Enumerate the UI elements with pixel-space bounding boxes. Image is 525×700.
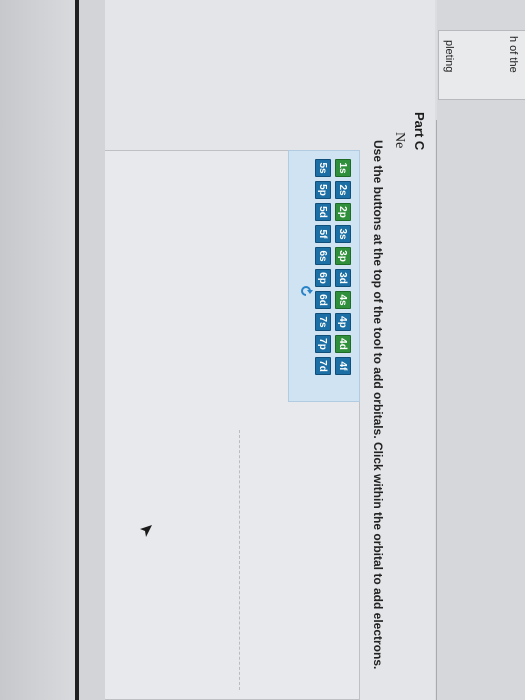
orbital-button-6p[interactable]: 6p <box>315 269 331 287</box>
dashed-guide-line <box>239 430 240 690</box>
orbital-button-5d[interactable]: 5d <box>315 203 331 221</box>
orbital-button-7p[interactable]: 7p <box>315 335 331 353</box>
part-title: Part C <box>412 112 427 151</box>
orbital-button-4f[interactable]: 4f <box>335 357 351 375</box>
orbital-button-3p[interactable]: 3p <box>335 247 351 265</box>
orbital-button-1s[interactable]: 1s <box>335 159 351 177</box>
orbital-toolbar: 1s 2s 2p 3s 3p 3d 4s 4p 4d 4f 5s 5p 5d 5f 6s 6p 6d 7s 7p 7… <box>288 150 360 402</box>
orbital-button-3d[interactable]: 3d <box>335 269 351 287</box>
orbital-row-2: 5s 5p 5d 5f 6s 6p 6d 7s 7p 7d <box>315 159 331 375</box>
orbital-button-4p[interactable]: 4p <box>335 313 351 331</box>
orbital-row-1: 1s 2s 2p 3s 3p 3d 4s 4p 4d 4f <box>335 159 351 375</box>
left-gutter <box>437 0 525 700</box>
orbital-button-4s[interactable]: 4s <box>335 291 351 309</box>
screen: h of the pleting Part C Ne Use the butto… <box>0 0 525 700</box>
content-edge <box>79 0 105 700</box>
bottom-rule <box>75 0 79 700</box>
orbital-button-7d[interactable]: 7d <box>315 357 331 375</box>
element-label: Ne <box>392 132 407 149</box>
side-text-2: pleting <box>443 40 455 73</box>
orbital-button-2p[interactable]: 2p <box>335 203 351 221</box>
divider <box>436 120 437 700</box>
orbital-button-5p[interactable]: 5p <box>315 181 331 199</box>
orbital-button-2s[interactable]: 2s <box>335 181 351 199</box>
mouse-cursor-icon <box>140 525 152 537</box>
orbital-button-6s[interactable]: 6s <box>315 247 331 265</box>
refresh-icon[interactable] <box>299 284 313 298</box>
orbital-button-3s[interactable]: 3s <box>335 225 351 243</box>
orbital-button-7s[interactable]: 7s <box>315 313 331 331</box>
side-text-1: h of the <box>507 36 519 73</box>
orbital-button-5f[interactable]: 5f <box>315 225 331 243</box>
orbital-button-5s[interactable]: 5s <box>315 159 331 177</box>
bottom-band <box>0 0 75 700</box>
orbital-button-4d[interactable]: 4d <box>335 335 351 353</box>
instructions-text: Use the buttons at the top of the tool t… <box>371 140 385 670</box>
orbital-button-6d[interactable]: 6d <box>315 291 331 309</box>
rotated-page: h of the pleting Part C Ne Use the butto… <box>0 0 525 700</box>
